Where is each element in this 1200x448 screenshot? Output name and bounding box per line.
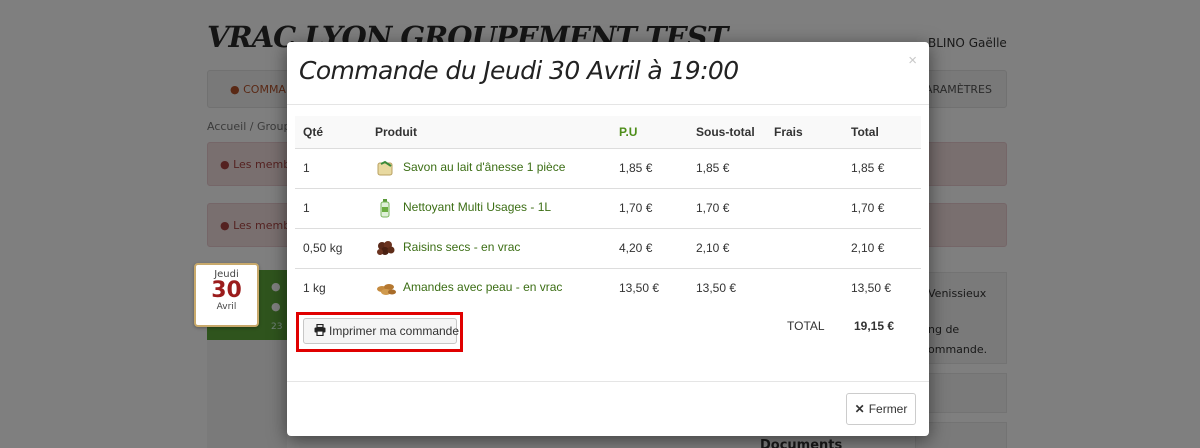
cell-fees (766, 147, 843, 188)
soap-icon (375, 158, 397, 178)
close-button-label: Fermer (868, 402, 908, 416)
cell-unit-price: 1,70 € (611, 187, 688, 228)
cell-qty: 1 (295, 147, 367, 188)
total-label: TOTAL (787, 319, 825, 333)
print-order-button[interactable]: Imprimer ma commande (303, 318, 460, 344)
cell-total: 1,85 € (843, 147, 921, 188)
order-table: Qté Produit P.U Sous-total Frais Total 1… (295, 116, 921, 308)
printer-icon (314, 320, 326, 344)
bottle-icon (375, 198, 397, 218)
cell-total: 13,50 € (843, 267, 921, 308)
close-button[interactable]: ✕ Fermer (846, 393, 916, 425)
cell-fees (766, 227, 843, 268)
cell-subtotal: 2,10 € (688, 227, 766, 268)
cell-subtotal: 1,85 € (688, 147, 766, 188)
product-name: Nettoyant Multi Usages - 1L (403, 200, 552, 215)
order-modal: Commande du Jeudi 30 Avril à 19:00 × Qté… (287, 42, 929, 436)
column-header-unit-price[interactable]: P.U (611, 116, 688, 149)
column-header-fees: Frais (766, 116, 843, 149)
cell-product[interactable]: Raisins secs - en vrac (367, 227, 611, 268)
cell-unit-price: 4,20 € (611, 227, 688, 268)
column-header-qty: Qté (295, 116, 367, 149)
divider (287, 381, 929, 382)
cell-qty: 0,50 kg (295, 227, 367, 268)
product-name: Amandes avec peau - en vrac (403, 280, 563, 295)
cell-total: 1,70 € (843, 187, 921, 228)
column-header-total: Total (843, 116, 921, 149)
column-header-product: Produit (367, 116, 611, 149)
column-header-subtotal: Sous-total (688, 116, 766, 149)
product-name: Raisins secs - en vrac (403, 240, 521, 255)
table-row: 1 kg Amandes avec peau - en vrac 13,50 €… (295, 267, 921, 308)
calendar-day: 30 (211, 278, 242, 303)
close-icon[interactable]: × (908, 52, 917, 69)
modal-title: Commande du Jeudi 30 Avril à 19:00 (299, 56, 739, 85)
almonds-icon (375, 278, 397, 298)
cell-fees (766, 187, 843, 228)
table-header-row: Qté Produit P.U Sous-total Frais Total (295, 116, 921, 149)
cell-unit-price: 1,85 € (611, 147, 688, 188)
cell-subtotal: 1,70 € (688, 187, 766, 228)
raisins-icon (375, 238, 397, 258)
total-value: 19,15 € (854, 319, 895, 333)
cell-product[interactable]: Savon au lait d'ânesse 1 pièce (367, 147, 611, 188)
cell-subtotal: 13,50 € (688, 267, 766, 308)
times-icon: ✕ (854, 402, 865, 416)
table-row: 1 Savon au lait d'ânesse 1 pièce 1,85 € … (295, 147, 921, 188)
divider (287, 104, 929, 105)
cell-product[interactable]: Nettoyant Multi Usages - 1L (367, 187, 611, 228)
print-order-label: Imprimer ma commande (329, 324, 460, 338)
cell-total: 2,10 € (843, 227, 921, 268)
product-name: Savon au lait d'ânesse 1 pièce (403, 160, 566, 175)
cell-unit-price: 13,50 € (611, 267, 688, 308)
cell-fees (766, 267, 843, 308)
table-row: 1 Nettoyant Multi Usages - 1L 1,70 € 1,7… (295, 187, 921, 228)
cell-qty: 1 (295, 187, 367, 228)
table-row: 0,50 kg Raisins secs - en vrac 4,20 € 2,… (295, 227, 921, 268)
calendar-month: Avril (216, 302, 237, 312)
cell-product[interactable]: Amandes avec peau - en vrac (367, 267, 611, 308)
cell-qty: 1 kg (295, 267, 367, 308)
calendar-date: Jeudi 30 Avril (194, 263, 259, 327)
